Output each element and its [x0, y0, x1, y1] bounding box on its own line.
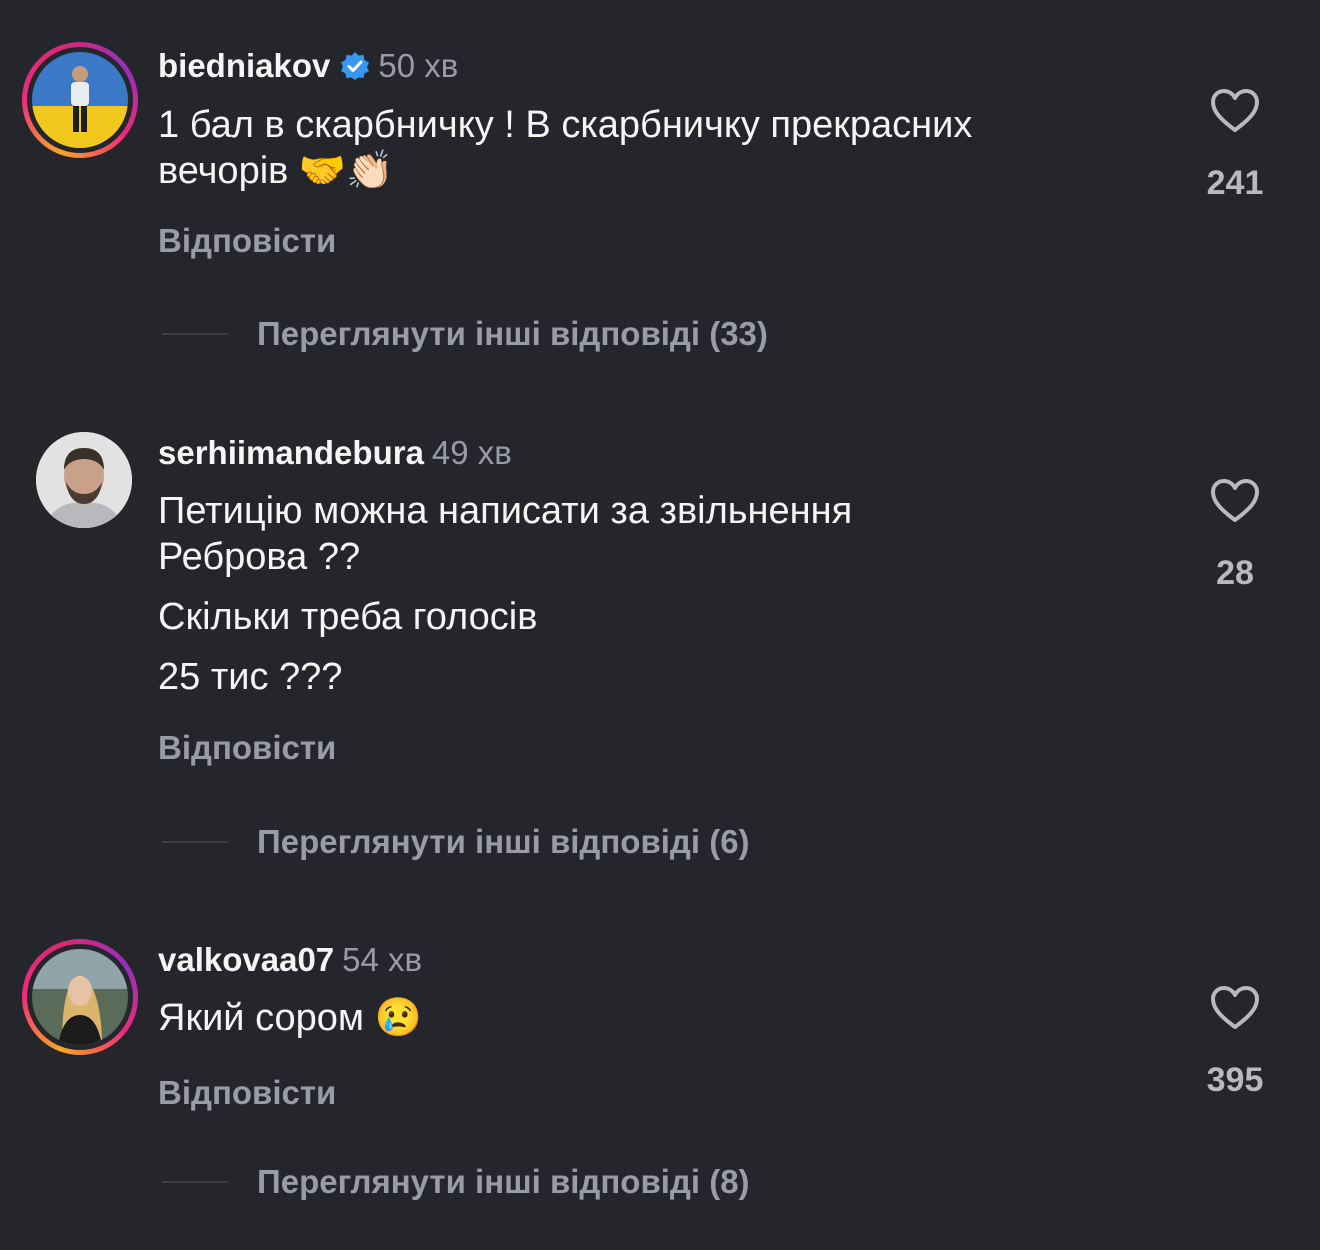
like-count: 241 — [1206, 164, 1264, 202]
comment-text-line: Реброва ?? — [158, 536, 361, 578]
like-count: 28 — [1216, 554, 1254, 592]
comment-text-line: 25 тис ??? — [158, 656, 343, 698]
comment-text-line: вечорів 🤝👏🏻 — [158, 150, 394, 192]
replies-divider — [162, 333, 228, 335]
replies-divider — [162, 1181, 228, 1183]
comment-timestamp: 50 хв — [378, 47, 459, 84]
comment-text: Петицію можна написати за звільнення Реб… — [158, 488, 852, 700]
heart-outline-icon[interactable] — [1195, 88, 1275, 134]
comment-timestamp: 54 хв — [342, 941, 423, 978]
comment-text-line: Петицію можна написати за звільнення — [158, 490, 853, 532]
like-button[interactable]: 395 — [1195, 985, 1275, 1100]
comment-text: 1 бал в скарбничку ! В скарбничку прекра… — [158, 102, 972, 194]
comment-username[interactable]: serhiimandebura — [158, 434, 424, 471]
comment-text: Який сором 😢 — [158, 995, 422, 1041]
comment-text-line: Який сором 😢 — [158, 997, 422, 1039]
avatar[interactable] — [36, 432, 132, 528]
avatar — [32, 949, 128, 1045]
like-count: 395 — [1206, 1061, 1264, 1099]
replies-divider — [162, 841, 228, 843]
comment-text-line: Скільки треба голосів — [158, 596, 538, 638]
avatar-story-ring[interactable] — [22, 939, 138, 1055]
heart-outline-icon[interactable] — [1195, 985, 1275, 1031]
verified-badge-icon — [340, 50, 370, 90]
avatar-story-ring[interactable] — [22, 42, 138, 158]
comment-username[interactable]: biedniakov — [158, 47, 330, 84]
view-replies-label[interactable]: Переглянути інші відповіді (33) — [257, 314, 768, 354]
comment-text-line: 1 бал в скарбничку ! В скарбничку прекра… — [158, 104, 973, 146]
like-button[interactable]: 28 — [1195, 478, 1275, 593]
comment-username[interactable]: valkovaa07 — [158, 941, 334, 978]
reply-button[interactable]: Відповісти — [158, 222, 336, 260]
avatar — [32, 52, 128, 148]
view-replies-label[interactable]: Переглянути інші відповіді (8) — [257, 1162, 750, 1202]
reply-button[interactable]: Відповісти — [158, 729, 336, 767]
like-button[interactable]: 241 — [1195, 88, 1275, 203]
reply-button[interactable]: Відповісти — [158, 1074, 336, 1112]
heart-outline-icon[interactable] — [1195, 478, 1275, 524]
comment-timestamp: 49 хв — [431, 434, 512, 471]
view-replies-label[interactable]: Переглянути інші відповіді (6) — [257, 822, 750, 862]
